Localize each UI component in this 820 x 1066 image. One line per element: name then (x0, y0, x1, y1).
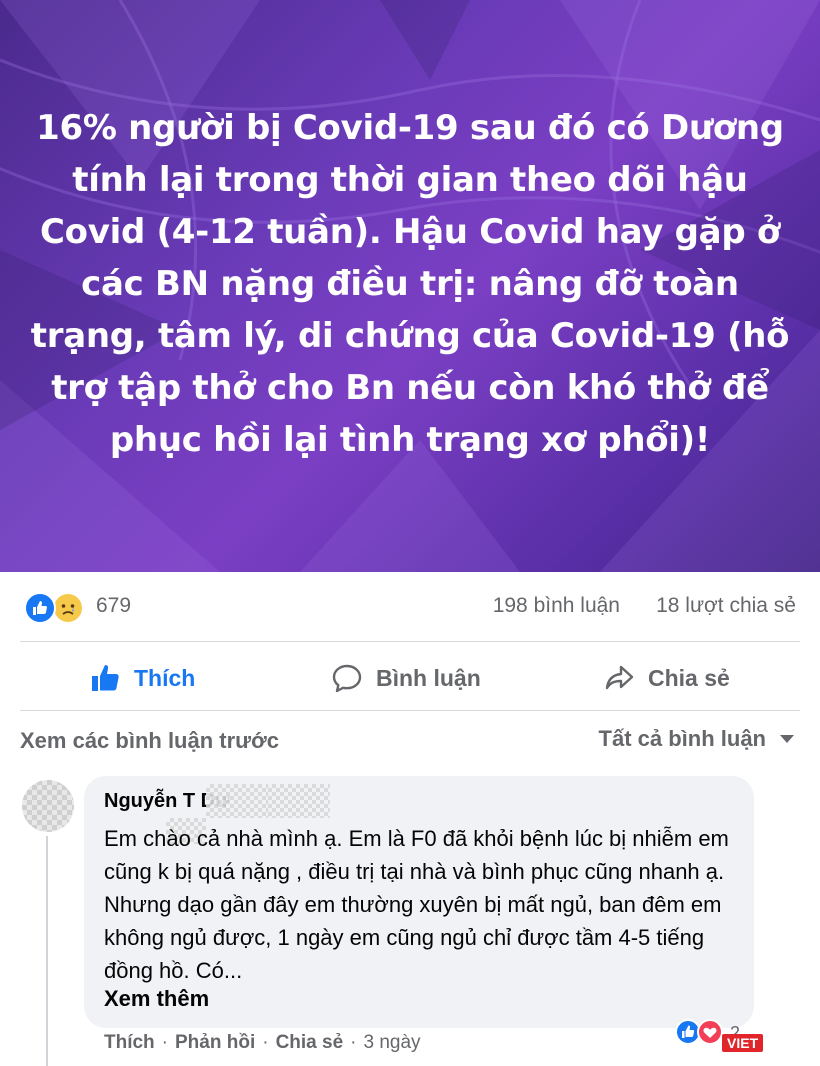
comment-label: Bình luận (376, 664, 481, 691)
divider (20, 641, 800, 642)
divider (20, 710, 800, 711)
sad-reaction-icon[interactable] (52, 592, 84, 624)
comment-filter-label: Tất cả bình luận (598, 726, 766, 751)
shares-count[interactable]: 18 lượt chia sẻ (656, 594, 796, 618)
post-background: 16% người bị Covid-19 sau đó có Dương tí… (0, 0, 820, 572)
comment-share-link[interactable]: Chia sẻ (276, 1032, 344, 1054)
share-label: Chia sẻ (648, 664, 730, 691)
comment-icon (330, 661, 364, 695)
separator: · (161, 1032, 168, 1053)
see-more-link[interactable]: Xem thêm (104, 986, 209, 1012)
reaction-count[interactable]: 679 (96, 594, 131, 618)
watermark-logo: VIET (722, 1034, 764, 1052)
comment-filter-dropdown[interactable]: Tất cả bình luận (599, 726, 794, 752)
like-label: Thích (134, 664, 196, 691)
post-text: 16% người bị Covid-19 sau đó có Dương tí… (30, 108, 790, 460)
comments-count[interactable]: 198 bình luận (493, 594, 620, 618)
redaction-blur (268, 784, 330, 818)
redaction-blur (206, 784, 270, 818)
comment-timestamp: 3 ngày (363, 1032, 421, 1053)
separator: · (350, 1032, 357, 1053)
comment-text: Em chào cả nhà mình ạ. Em là F0 đã khỏi … (104, 826, 729, 983)
view-previous-comments-link[interactable]: Xem các bình luận trước (20, 728, 279, 754)
thread-line (46, 836, 48, 1066)
share-icon (602, 661, 636, 695)
caret-down-icon (780, 735, 794, 743)
comment-button[interactable]: Bình luận (330, 658, 481, 698)
separator: · (262, 1032, 269, 1053)
like-button[interactable]: Thích (88, 658, 195, 698)
avatar[interactable] (22, 780, 74, 832)
thumbs-up-icon (88, 661, 122, 695)
comment-reply-link[interactable]: Phản hồi (175, 1032, 255, 1054)
share-button[interactable]: Chia sẻ (602, 658, 730, 698)
comment-actions: Thích · Phản hồi · Chia sẻ · 3 ngày (104, 1032, 421, 1054)
comment-like-link[interactable]: Thích (104, 1032, 155, 1054)
like-reaction-icon[interactable] (24, 592, 56, 624)
